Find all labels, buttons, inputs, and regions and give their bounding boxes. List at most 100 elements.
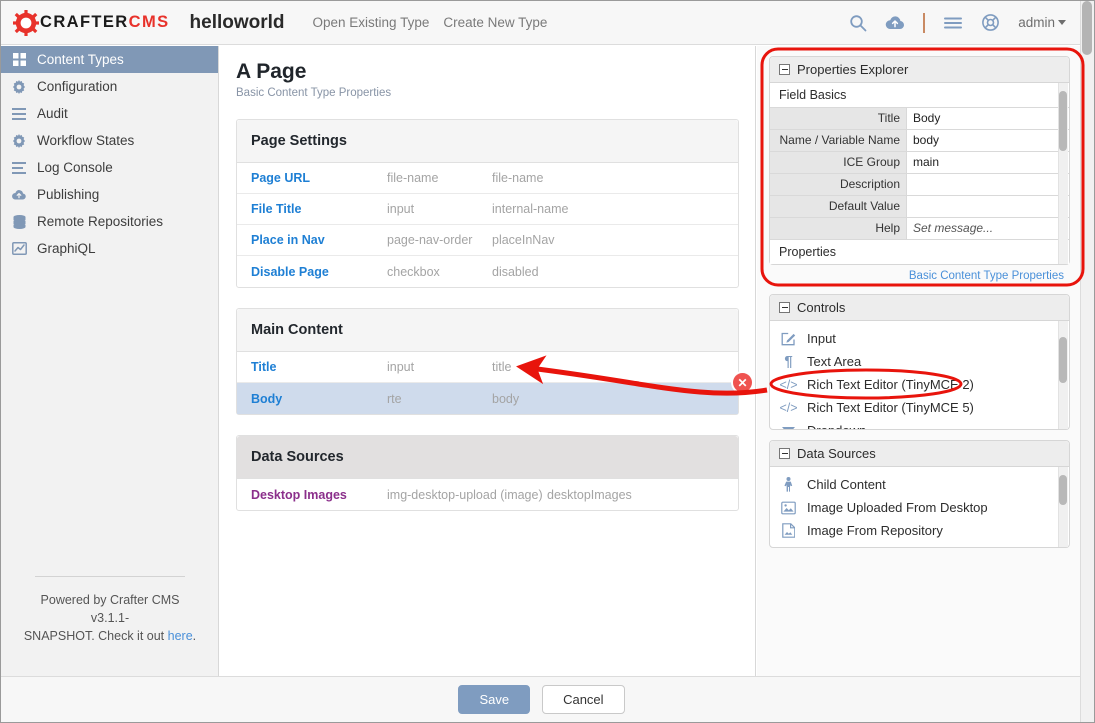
datasource-image-from-repository[interactable]: Image From Repository [770, 519, 1069, 542]
delete-field-button[interactable]: ✕ [733, 373, 752, 392]
help-globe-icon[interactable] [981, 13, 1000, 32]
section-page-settings: Page Settings Page URL file-name file-na… [236, 119, 739, 288]
property-value[interactable] [907, 196, 1069, 217]
field-variable: file-name [492, 171, 544, 185]
field-variable: title [492, 360, 512, 374]
sidebar-item-graphiql[interactable]: GraphiQL [1, 235, 218, 262]
user-menu[interactable]: admin [1018, 15, 1066, 30]
save-button[interactable]: Save [458, 685, 531, 714]
field-name[interactable]: Place in Nav [237, 233, 387, 247]
control-text-area[interactable]: ¶ Text Area [770, 350, 1069, 373]
control-rich-text-editor-tinymce-5[interactable]: </> Rich Text Editor (TinyMCE 5) [770, 396, 1069, 419]
sidebar-item-label: Configuration [37, 79, 118, 94]
datasource-label: Image From Repository [807, 523, 943, 538]
sidebar-item-label: Workflow States [37, 133, 135, 148]
field-name[interactable]: Title [237, 360, 387, 374]
control-rich-text-editor-tinymce-2[interactable]: </> Rich Text Editor (TinyMCE 2) [770, 373, 1069, 396]
property-row-title[interactable]: Title Body [770, 108, 1069, 130]
data-sources-panel: Data Sources Child Content Image Uploade… [769, 440, 1070, 548]
code-brackets-icon: </> [779, 377, 798, 392]
property-value-placeholder[interactable]: Set message... [907, 218, 1069, 239]
chart-line-icon [11, 242, 27, 255]
field-name[interactable]: File Title [237, 202, 387, 216]
main-row-body[interactable]: Body rte body ✕ [237, 373, 752, 414]
sidebar-item-workflow-states[interactable]: Workflow States [1, 127, 218, 154]
sidebar-item-label: Publishing [37, 187, 100, 202]
page-scrollbar-track[interactable] [1080, 1, 1094, 722]
datasource-label: Image Uploaded From Desktop [807, 500, 988, 515]
nav-open-existing-type[interactable]: Open Existing Type [313, 15, 430, 30]
control-label: Rich Text Editor (TinyMCE 5) [807, 400, 974, 415]
sidebar-item-label: Audit [37, 106, 68, 121]
sidebar-item-label: GraphiQL [37, 241, 96, 256]
page-scrollbar-thumb[interactable] [1082, 1, 1092, 55]
header-divider [923, 12, 926, 33]
table-row[interactable]: Disable Page checkbox disabled [237, 256, 738, 287]
sidebar-item-label: Log Console [37, 160, 113, 175]
sidebar-item-remote-repositories[interactable]: Remote Repositories [1, 208, 218, 235]
powered-by-line1: Powered by Crafter CMS v3.1.1- [40, 593, 180, 625]
sidebar-item-publishing[interactable]: Publishing [1, 181, 218, 208]
cancel-button[interactable]: Cancel [542, 685, 625, 714]
brand-logo[interactable]: CRAFTERCMS [1, 9, 170, 36]
basic-content-type-properties-link[interactable]: Basic Content Type Properties [769, 267, 1070, 286]
sidebar-item-log-console[interactable]: Log Console [1, 154, 218, 181]
property-row-help[interactable]: Help Set message... [770, 218, 1069, 240]
image-repo-icon [780, 523, 797, 538]
table-row[interactable]: Page URL file-name file-name [237, 163, 738, 194]
property-value[interactable]: Body [907, 108, 1069, 129]
property-row-ice-group[interactable]: ICE Group main [770, 152, 1069, 174]
property-value[interactable] [907, 174, 1069, 195]
database-icon [11, 214, 27, 229]
property-row-description[interactable]: Description [770, 174, 1069, 196]
site-name[interactable]: helloworld [190, 12, 285, 34]
collapse-icon[interactable] [779, 448, 790, 459]
property-label: ICE Group [770, 152, 907, 173]
property-label: Name / Variable Name [770, 130, 907, 151]
properties-scrollbar-thumb[interactable] [1059, 91, 1067, 151]
footer-period: . [192, 629, 197, 643]
sidebar-item-content-types[interactable]: Content Types [1, 46, 218, 73]
table-row[interactable]: File Title input internal-name [237, 194, 738, 225]
properties-explorer-header[interactable]: Properties Explorer [770, 57, 1069, 83]
field-type: input [387, 360, 415, 374]
controls-header[interactable]: Controls [770, 295, 1069, 321]
table-row[interactable]: Place in Nav page-nav-order placeInNav [237, 225, 738, 256]
collapse-icon[interactable] [779, 64, 790, 75]
property-row-default-value[interactable]: Default Value [770, 196, 1069, 218]
section-main-content: Main Content Title input title Body rte … [236, 308, 752, 415]
table-row[interactable]: Desktop Images img-desktop-upload (image… [237, 479, 738, 510]
control-input[interactable]: Input [770, 327, 1069, 350]
field-type: img-desktop-upload (image) [387, 487, 543, 502]
sidebar-item-audit[interactable]: Audit [1, 100, 218, 127]
table-row[interactable]: Title input title [237, 352, 738, 383]
property-value[interactable]: main [907, 152, 1069, 173]
collapse-icon[interactable] [779, 302, 790, 313]
hamburger-menu-icon[interactable] [943, 15, 963, 31]
field-name[interactable]: Page URL [237, 171, 387, 185]
field-type: checkbox [387, 264, 440, 279]
footer-here-link[interactable]: here [168, 629, 193, 643]
field-name[interactable]: Disable Page [237, 265, 387, 279]
cloud-upload-icon [11, 189, 27, 201]
property-value[interactable]: body [907, 130, 1069, 151]
cloud-upload-icon[interactable] [885, 15, 905, 31]
field-name[interactable]: Body [237, 392, 387, 406]
pencil-box-icon [780, 332, 797, 346]
powered-by-text: Powered by Crafter CMS v3.1.1- SNAPSHOT.… [1, 591, 219, 645]
search-icon[interactable] [849, 14, 867, 32]
header-actions: admin [849, 12, 1082, 33]
datasource-image-uploaded-from-desktop[interactable]: Image Uploaded From Desktop [770, 496, 1069, 519]
nav-create-new-type[interactable]: Create New Type [443, 15, 547, 30]
sidebar-item-configuration[interactable]: Configuration [1, 73, 218, 100]
property-row-variable-name[interactable]: Name / Variable Name body [770, 130, 1069, 152]
properties-group-properties: Properties [770, 240, 1069, 264]
user-menu-label: admin [1018, 15, 1055, 30]
datasource-child-content[interactable]: Child Content [770, 473, 1069, 496]
data-sources-header[interactable]: Data Sources [770, 441, 1069, 467]
field-type: input [387, 202, 415, 216]
control-dropdown[interactable]: Dropdown [770, 419, 1069, 429]
field-name[interactable]: Desktop Images [237, 488, 387, 502]
log-lines-icon [11, 161, 27, 174]
sidebar-item-label: Remote Repositories [37, 214, 164, 229]
